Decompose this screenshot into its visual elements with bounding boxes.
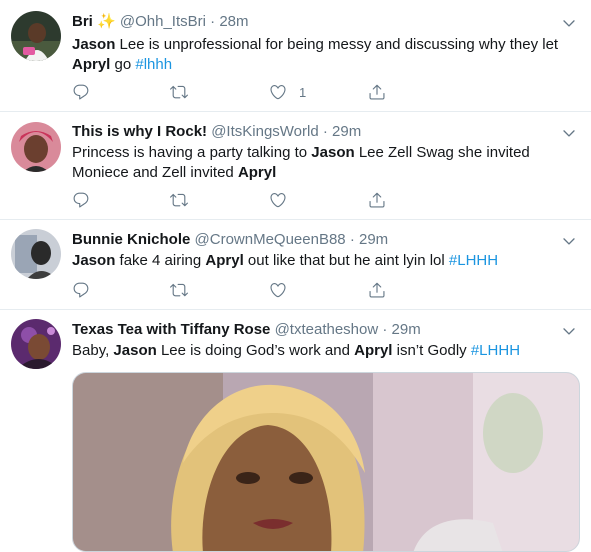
user-handle[interactable]: @ItsKingsWorld: [211, 123, 318, 140]
timestamp[interactable]: 29m: [392, 321, 421, 338]
heart-icon: [270, 85, 286, 100]
text-span: go: [110, 56, 136, 73]
sparkle-emoji: ✨: [97, 13, 116, 30]
tweet-media-gif[interactable]: [72, 372, 580, 552]
retweet-icon: [170, 85, 188, 99]
share-button[interactable]: [368, 191, 386, 209]
retweet-button[interactable]: [170, 83, 188, 101]
share-button[interactable]: [368, 83, 386, 101]
chevron-down-icon[interactable]: [561, 323, 577, 339]
tweet[interactable]: This is why I Rock! @ItsKingsWorld · 29m…: [0, 112, 591, 220]
mention-jason: Jason: [72, 36, 116, 53]
tweet-text: Princess is having a party talking to Ja…: [72, 143, 567, 183]
tweet-header: Bunnie Knichole @CrownMeQueenB88 · 29m: [72, 230, 388, 250]
retweet-button[interactable]: [170, 281, 188, 299]
like-count: 1: [299, 84, 307, 100]
mention-jason: Jason: [113, 342, 157, 359]
mention-apryl: Apryl: [237, 164, 277, 181]
tweet-actions: [72, 281, 492, 299]
tweet-header: This is why I Rock! @ItsKingsWorld · 29m: [72, 122, 361, 142]
timestamp[interactable]: 29m: [359, 231, 388, 248]
mention-apryl: Apryl: [72, 56, 111, 73]
tweet-header: Texas Tea with Tiffany Rose @txteathesho…: [72, 320, 421, 340]
display-name[interactable]: Texas Tea with Tiffany Rose: [72, 321, 270, 338]
reply-icon: [73, 84, 89, 100]
heart-icon: [270, 193, 286, 208]
text-span: Lee is doing God’s work and: [156, 342, 355, 359]
tweet-actions: 1: [72, 83, 492, 101]
like-button[interactable]: 1: [269, 83, 306, 101]
mention-apryl: Apryl: [354, 342, 393, 359]
mention-jason: Jason: [311, 144, 355, 161]
avatar[interactable]: [11, 122, 61, 172]
reply-icon: [73, 282, 89, 298]
tweet-text: Jason Lee is unprofessional for being me…: [72, 35, 567, 75]
mention-jason: Jason: [72, 252, 116, 269]
retweet-button[interactable]: [170, 191, 188, 209]
text-span: out like that but he aint lyin lol: [243, 252, 449, 269]
mention-apryl: Apryl: [205, 252, 244, 269]
separator-dot: ·: [210, 13, 216, 30]
hashtag-link[interactable]: #LHHH: [449, 252, 498, 269]
text-span: Baby,: [72, 342, 114, 359]
avatar[interactable]: [11, 229, 61, 279]
share-button[interactable]: [368, 281, 386, 299]
user-handle[interactable]: @Ohh_ItsBri: [120, 13, 206, 30]
chevron-down-icon[interactable]: [561, 15, 577, 31]
share-icon: [369, 192, 385, 208]
reply-icon: [73, 192, 89, 208]
like-button[interactable]: [269, 191, 287, 209]
separator-dot: ·: [382, 321, 388, 338]
tweet-actions: [72, 191, 492, 209]
reply-button[interactable]: [72, 281, 90, 299]
tweet-text: Baby, Jason Lee is doing God’s work and …: [72, 341, 567, 361]
hashtag-link[interactable]: #LHHH: [471, 342, 520, 359]
avatar[interactable]: [11, 11, 61, 61]
tweet[interactable]: Bunnie Knichole @CrownMeQueenB88 · 29m J…: [0, 220, 591, 310]
timestamp[interactable]: 28m: [219, 13, 248, 30]
avatar[interactable]: [11, 319, 61, 369]
reply-button[interactable]: [72, 83, 90, 101]
text-span: Lee is unprofessional for being messy an…: [115, 36, 559, 53]
text-span: fake 4 airing: [115, 252, 206, 269]
text-span: Princess is having a party talking to: [72, 144, 312, 161]
separator-dot: ·: [322, 123, 328, 140]
tweet-header: Bri ✨ @Ohh_ItsBri · 28m: [72, 12, 249, 32]
display-name[interactable]: Bunnie Knichole: [72, 231, 190, 248]
tweet-text: Jason fake 4 airing Apryl out like that …: [72, 251, 567, 271]
text-span: isn’t Godly: [392, 342, 471, 359]
user-handle[interactable]: @CrownMeQueenB88: [195, 231, 346, 248]
tweet[interactable]: Bri ✨ @Ohh_ItsBri · 28m Jason Lee is unp…: [0, 0, 591, 112]
reply-button[interactable]: [72, 191, 90, 209]
chevron-down-icon[interactable]: [561, 233, 577, 249]
heart-icon: [270, 283, 286, 298]
display-name[interactable]: Bri: [72, 13, 93, 30]
user-handle[interactable]: @txteatheshow: [275, 321, 379, 338]
chevron-down-icon[interactable]: [561, 125, 577, 141]
like-button[interactable]: [269, 281, 287, 299]
timestamp[interactable]: 29m: [332, 123, 361, 140]
hashtag-link[interactable]: #lhhh: [135, 56, 172, 73]
display-name[interactable]: This is why I Rock!: [72, 123, 207, 140]
share-icon: [369, 282, 385, 298]
share-icon: [369, 84, 385, 100]
retweet-icon: [170, 193, 188, 207]
separator-dot: ·: [349, 231, 355, 248]
gif-image: [73, 373, 579, 551]
retweet-icon: [170, 283, 188, 297]
